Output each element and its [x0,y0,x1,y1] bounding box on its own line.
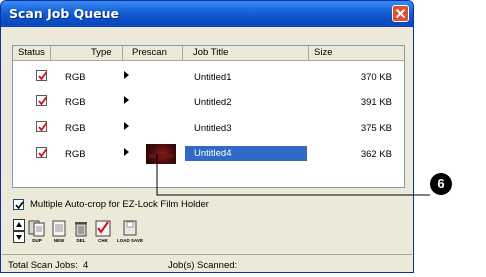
callout-leader-line [156,154,430,196]
callout-badge: 6 [430,173,452,195]
